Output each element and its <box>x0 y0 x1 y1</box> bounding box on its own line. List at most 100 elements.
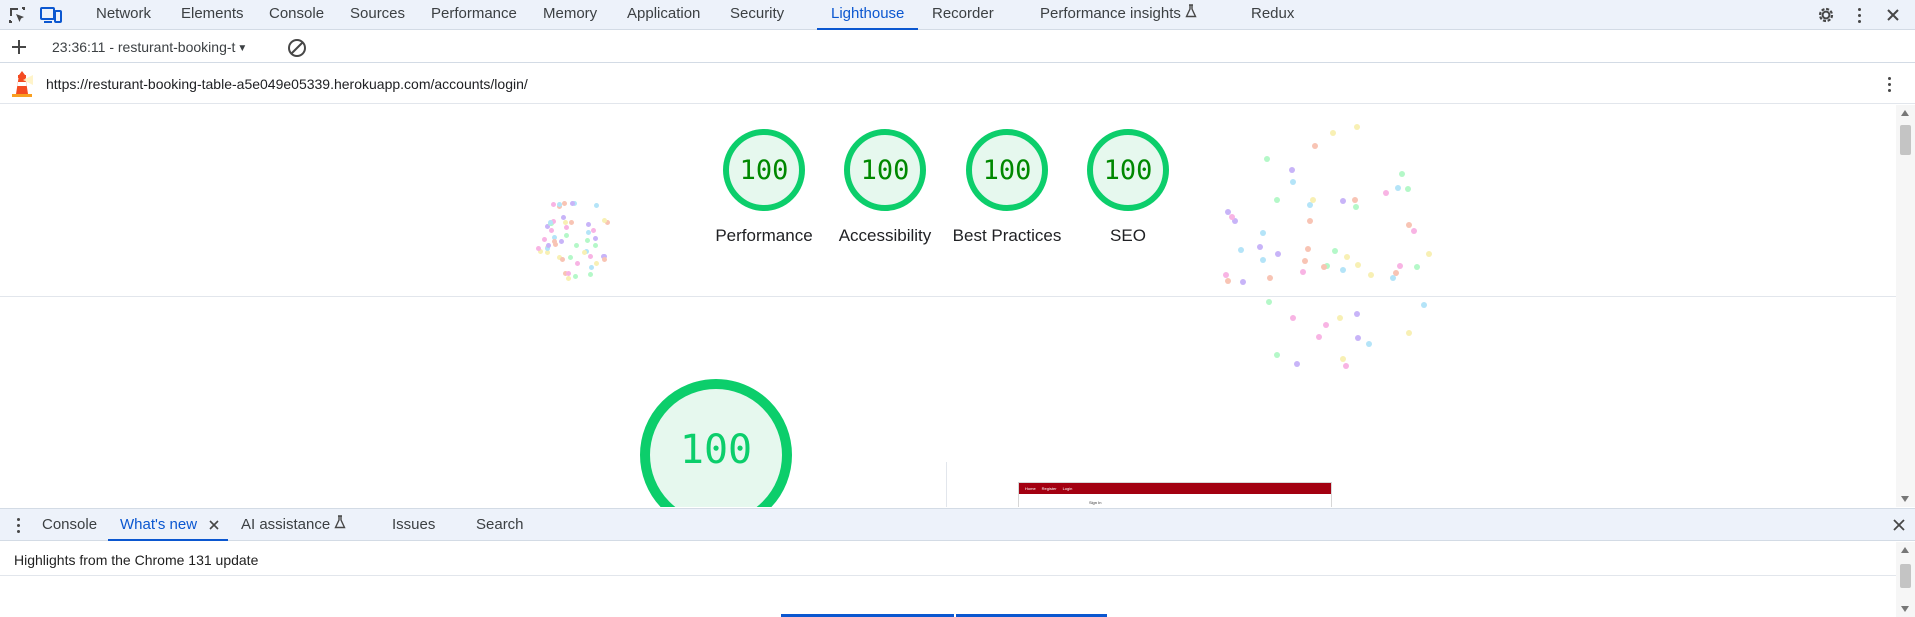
scroll-up-icon[interactable] <box>1901 110 1909 116</box>
confetti-dot <box>546 243 551 249</box>
confetti-dot <box>561 201 567 207</box>
drawer-tab-search[interactable]: Search <box>476 509 524 541</box>
confetti-dot <box>1228 214 1235 221</box>
score-gauge-accessibility[interactable]: 100 Accessibility <box>839 129 931 245</box>
score-gauge-seo[interactable]: 100 SEO <box>1087 129 1169 245</box>
lighthouse-report: 100 Performance 100 Accessibility 100 Be… <box>0 105 1896 507</box>
gauge-score: 100 <box>982 154 1032 186</box>
confetti-dot <box>1306 202 1313 209</box>
confetti-dot <box>541 236 547 242</box>
confetti-dot <box>1405 329 1412 336</box>
active-tab-indicator <box>817 28 918 30</box>
confetti-dot <box>588 254 594 260</box>
confetti-dot <box>1290 178 1297 185</box>
tab-application[interactable]: Application <box>627 0 700 30</box>
more-vertical-icon[interactable] <box>1877 72 1901 96</box>
confetti-dot <box>581 249 587 255</box>
inspect-element-icon[interactable] <box>5 3 29 27</box>
confetti-dot <box>1340 356 1347 363</box>
confetti-dot <box>1399 170 1406 177</box>
confetti-dot <box>602 257 607 263</box>
confetti-dot <box>601 217 607 223</box>
gauge-ring: 100 <box>966 129 1048 211</box>
whats-new-header: Highlights from the Chrome 131 update <box>0 542 1896 576</box>
report-scrollbar[interactable] <box>1896 105 1915 507</box>
confetti-dot <box>1290 314 1297 321</box>
main-score-gauge[interactable]: 100 <box>640 379 792 507</box>
tab-memory[interactable]: Memory <box>543 0 597 30</box>
scroll-down-icon[interactable] <box>1901 496 1909 502</box>
confetti-dot <box>1322 322 1329 329</box>
confetti-dot <box>1300 269 1307 276</box>
scroll-up-icon[interactable] <box>1901 547 1909 553</box>
report-select-value: 23:36:11 - resturant-booking-t <box>52 39 236 55</box>
page-screenshot-thumbnail[interactable]: Home Register Login Sign In <box>1018 482 1332 507</box>
scroll-down-icon[interactable] <box>1901 606 1909 612</box>
drawer-scrollbar[interactable] <box>1896 542 1915 617</box>
confetti-dot <box>1413 263 1420 270</box>
report-url[interactable]: https://resturant-booking-table-a5e049e0… <box>46 64 528 104</box>
confetti-dot <box>1354 334 1361 341</box>
close-icon[interactable] <box>1891 517 1907 533</box>
confetti-dot <box>593 261 599 267</box>
confetti-dot <box>1421 301 1428 308</box>
confetti-dot <box>1410 228 1417 235</box>
tab-recorder[interactable]: Recorder <box>932 0 994 30</box>
confetti-dot <box>1383 189 1390 196</box>
thumbnail-nav-item: Home <box>1025 486 1036 491</box>
confetti-dot <box>568 255 574 261</box>
tab-elements[interactable]: Elements <box>181 0 244 30</box>
confetti-dot <box>584 237 590 243</box>
tab-performance[interactable]: Performance <box>431 0 517 30</box>
gauge-ring: 100 <box>723 129 805 211</box>
confetti-dot <box>569 201 575 207</box>
plus-icon[interactable] <box>7 35 31 59</box>
drawer-tab-ai-assistance-label: AI assistance <box>241 516 331 533</box>
tab-network[interactable]: Network <box>96 0 151 30</box>
active-drawer-tab-indicator <box>108 539 228 541</box>
drawer-tab-issues[interactable]: Issues <box>392 509 435 541</box>
report-url-bar: https://resturant-booking-table-a5e049e0… <box>0 64 1915 104</box>
tab-redux[interactable]: Redux <box>1251 0 1294 30</box>
more-vertical-icon[interactable] <box>1847 3 1871 27</box>
tab-security[interactable]: Security <box>730 0 784 30</box>
close-icon[interactable] <box>1881 3 1905 27</box>
scrollbar-thumb[interactable] <box>1900 564 1911 588</box>
gauge-ring: 100 <box>844 129 926 211</box>
drawer-tab-console[interactable]: Console <box>42 509 97 541</box>
close-icon[interactable] <box>207 518 221 532</box>
device-toolbar-icon[interactable] <box>39 3 63 27</box>
confetti-dot <box>1263 156 1270 163</box>
tab-performance-insights[interactable]: Performance insights <box>1040 0 1197 30</box>
confetti-dot <box>1239 278 1246 285</box>
more-vertical-icon[interactable] <box>8 515 28 535</box>
section-divider <box>0 296 1896 297</box>
confetti-dot <box>535 245 541 251</box>
confetti-dot <box>1289 166 1296 173</box>
caret-down-icon: ▼ <box>237 43 248 54</box>
confetti-dot <box>564 225 570 231</box>
tab-sources[interactable]: Sources <box>350 0 405 30</box>
gear-icon[interactable] <box>1814 3 1838 27</box>
scrollbar-thumb[interactable] <box>1900 125 1911 155</box>
report-select[interactable]: 23:36:11 - resturant-booking-t ▼ <box>52 31 247 63</box>
confetti-dot <box>1352 196 1359 203</box>
confetti-dot <box>1311 143 1318 150</box>
confetti-dot <box>593 202 599 208</box>
confetti-dot <box>1396 262 1403 269</box>
whats-new-heading: Highlights from the Chrome 131 update <box>14 552 259 568</box>
score-gauge-best-practices[interactable]: 100 Best Practices <box>953 129 1061 245</box>
flask-icon <box>1185 0 1197 28</box>
confetti-dot <box>1265 298 1272 305</box>
drawer-tab-whats-new[interactable]: What's new <box>120 509 197 541</box>
tab-console[interactable]: Console <box>269 0 324 30</box>
clear-icon[interactable] <box>286 37 308 59</box>
drawer-tab-ai-assistance[interactable]: AI assistance <box>241 509 346 541</box>
confetti-dot <box>551 201 557 207</box>
confetti-dot <box>572 274 578 280</box>
score-gauge-performance[interactable]: 100 Performance <box>715 129 813 245</box>
confetti-dot <box>1267 274 1274 281</box>
confetti-dot <box>1224 208 1231 215</box>
thumbnail-title: Sign In <box>1089 500 1102 505</box>
tab-lighthouse[interactable]: Lighthouse <box>831 0 904 30</box>
